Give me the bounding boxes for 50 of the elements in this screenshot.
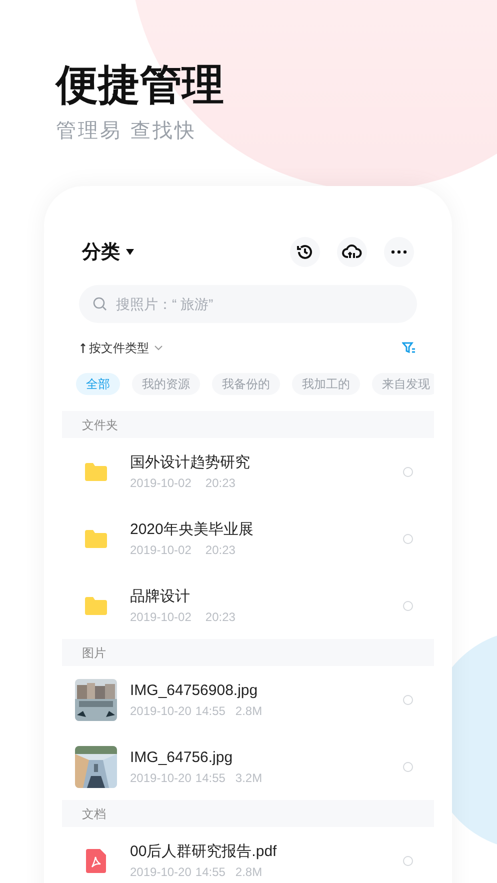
sort-dropdown[interactable]: 按文件类型 bbox=[89, 339, 163, 357]
file-size: 3.2M bbox=[235, 770, 262, 786]
file-name: IMG_64756908.jpg bbox=[130, 680, 259, 700]
select-radio[interactable] bbox=[403, 600, 413, 610]
history-button[interactable] bbox=[290, 237, 320, 267]
section-header: 文档 bbox=[62, 800, 434, 827]
folder-icon bbox=[84, 596, 108, 616]
select-radio[interactable] bbox=[403, 762, 413, 772]
file-time: 14:55 bbox=[195, 770, 226, 786]
folder-icon bbox=[84, 462, 108, 482]
file-date: 2019-10-02 bbox=[130, 542, 192, 558]
filter-icon[interactable] bbox=[402, 342, 416, 354]
file-size: 2.8M bbox=[235, 864, 262, 880]
file-date: 2019-10-20 bbox=[130, 864, 192, 880]
file-name: 品牌设计 bbox=[130, 586, 191, 606]
select-radio[interactable] bbox=[403, 856, 413, 866]
file-name: 国外设计趋势研究 bbox=[130, 452, 251, 472]
file-time: 20:23 bbox=[205, 474, 236, 490]
folder-icon bbox=[84, 528, 108, 548]
file-date: 2019-10-02 bbox=[130, 608, 192, 624]
file-time: 20:23 bbox=[205, 608, 236, 624]
chevron-down-icon bbox=[154, 345, 163, 351]
select-radio[interactable] bbox=[403, 466, 413, 476]
more-icon bbox=[391, 250, 407, 254]
category-dropdown[interactable]: 分类 bbox=[82, 238, 134, 266]
subheadline: 管理易 查找快 bbox=[56, 117, 198, 144]
search-icon bbox=[93, 297, 107, 311]
file-time: 14:55 bbox=[195, 864, 226, 880]
section-header: 图片 bbox=[62, 639, 434, 666]
more-button[interactable] bbox=[384, 237, 414, 267]
arrow-up-icon bbox=[80, 343, 86, 353]
caret-icon bbox=[126, 249, 134, 255]
file-date: 2019-10-02 bbox=[130, 474, 192, 490]
headline: 便捷管理 bbox=[56, 59, 225, 111]
select-radio[interactable] bbox=[403, 534, 413, 544]
section-header: 文件夹 bbox=[62, 411, 434, 438]
select-radio[interactable] bbox=[403, 694, 413, 704]
history-icon bbox=[296, 243, 314, 261]
cloud-upload-button[interactable] bbox=[337, 237, 367, 267]
file-name: IMG_64756.jpg bbox=[130, 748, 234, 768]
pdf-file-icon bbox=[86, 848, 106, 872]
file-name: 2020年央美毕业展 bbox=[130, 520, 254, 540]
search-field[interactable]: 搜照片：“ 旅游” bbox=[79, 285, 417, 323]
file-date: 2019-10-20 bbox=[130, 770, 192, 786]
cloud-upload-icon bbox=[342, 244, 362, 260]
file-size: 2.8M bbox=[235, 702, 262, 718]
file-name: 00后人群研究报告.pdf bbox=[130, 842, 278, 862]
file-date: 2019-10-20 bbox=[130, 702, 192, 718]
file-time: 14:55 bbox=[195, 702, 226, 718]
file-time: 20:23 bbox=[205, 542, 236, 558]
